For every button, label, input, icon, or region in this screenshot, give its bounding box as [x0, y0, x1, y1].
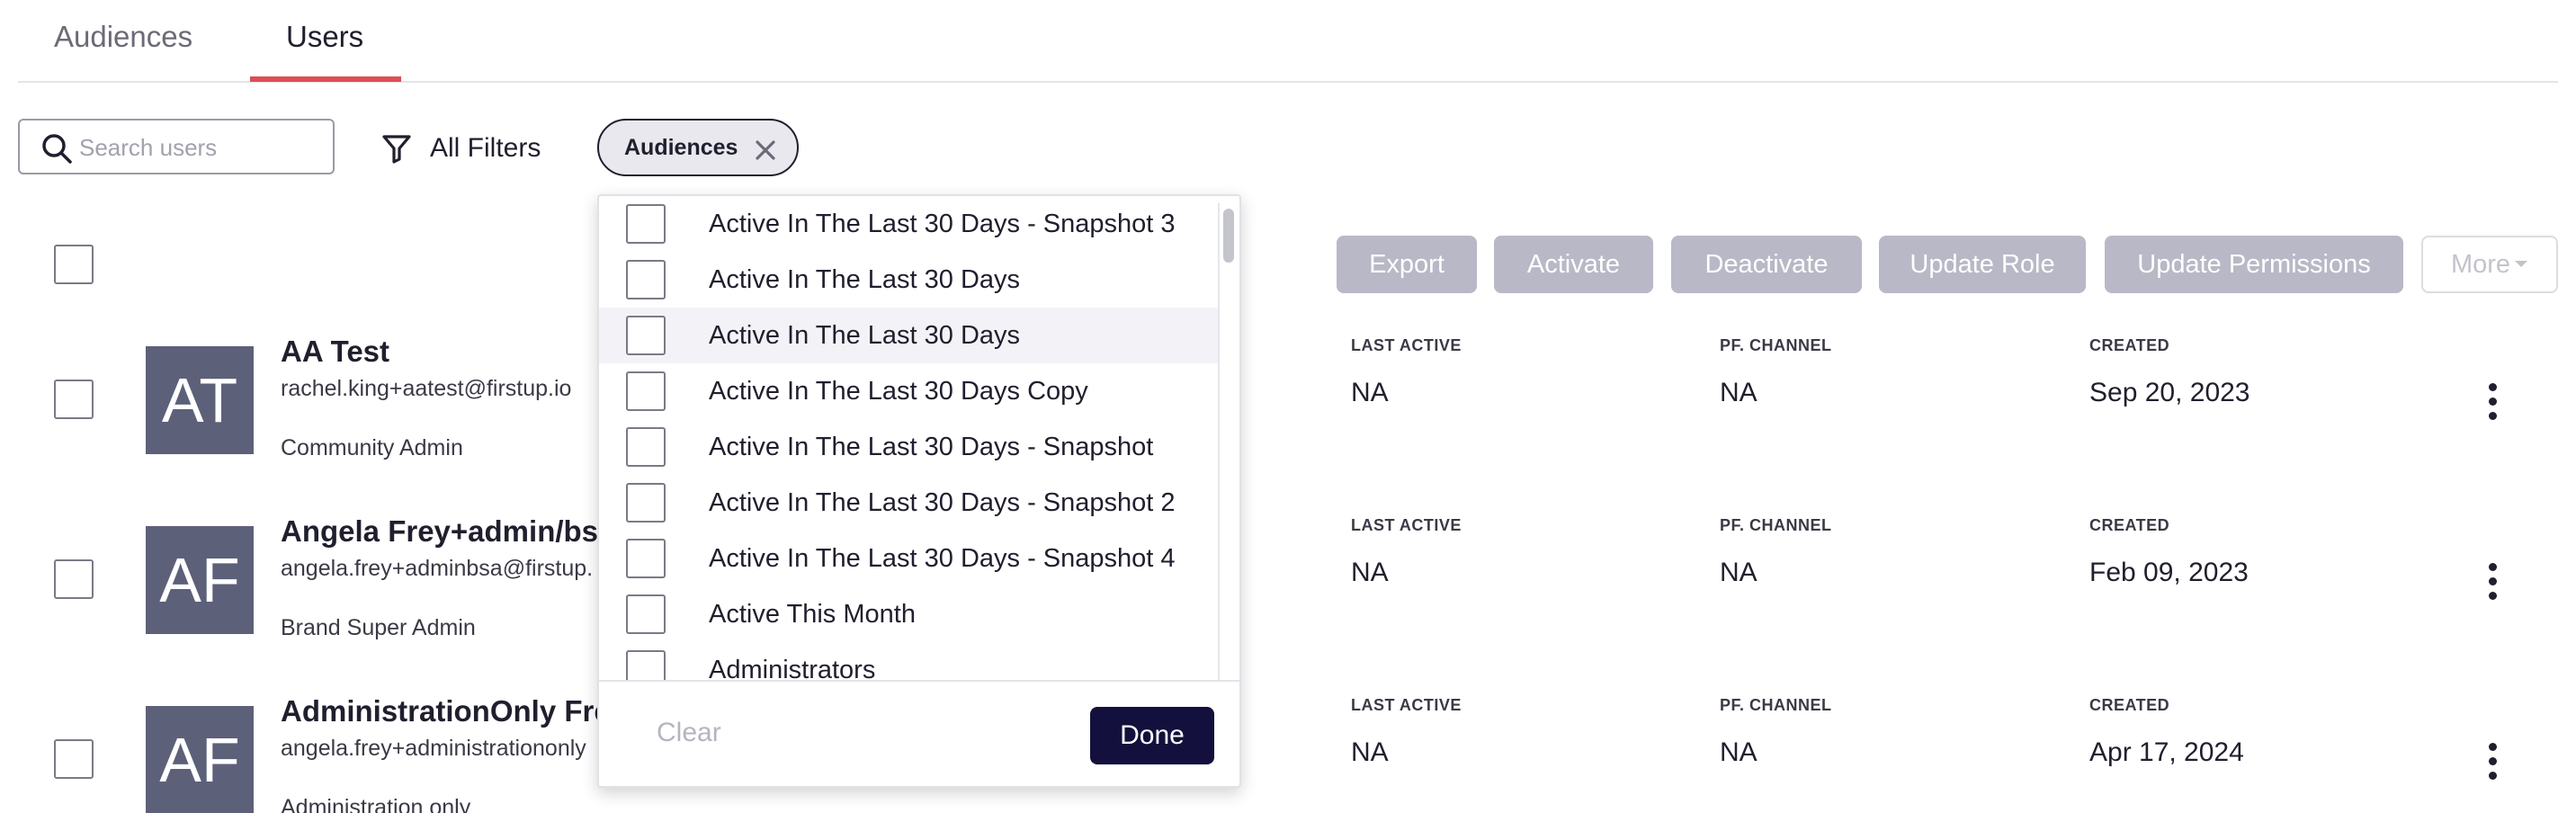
audience-checkbox[interactable]: [626, 650, 666, 680]
deactivate-button[interactable]: Deactivate: [1671, 236, 1862, 293]
audience-checkbox[interactable]: [626, 483, 666, 523]
audience-list[interactable]: Active In The Last 30 Days - Snapshot 3 …: [599, 196, 1220, 680]
audience-option-label: Active In The Last 30 Days - Snapshot: [709, 432, 1154, 461]
user-role: Administration only: [281, 795, 471, 813]
row-menu-icon[interactable]: [2483, 383, 2501, 426]
audience-option[interactable]: Active In The Last 30 Days - Snapshot 2: [599, 475, 1220, 531]
tab-bar: Audiences Users: [18, 0, 2558, 83]
audience-checkbox[interactable]: [626, 316, 666, 355]
update-role-button[interactable]: Update Role: [1879, 236, 2086, 293]
audience-option-label: Active In The Last 30 Days Copy: [709, 376, 1088, 406]
all-filters-button[interactable]: All Filters: [381, 126, 541, 171]
audience-option-label: Active In The Last 30 Days - Snapshot 2: [709, 487, 1176, 517]
audience-checkbox[interactable]: [626, 427, 666, 467]
last-active-header: LAST ACTIVE: [1351, 336, 1462, 354]
row-checkbox[interactable]: [54, 559, 94, 599]
audience-option-label: Active In The Last 30 Days: [709, 264, 1021, 294]
search-field[interactable]: [18, 119, 335, 174]
audiences-filter-chip[interactable]: Audiences: [597, 119, 799, 176]
clear-button[interactable]: Clear: [657, 718, 721, 748]
dropdown-footer: Clear Done: [599, 680, 1239, 786]
row-menu-icon[interactable]: [2483, 563, 2501, 606]
filter-icon: [382, 135, 411, 164]
channel-value: NA: [1720, 378, 1758, 407]
audience-option-label: Active In The Last 30 Days - Snapshot 3: [709, 209, 1176, 238]
audience-checkbox[interactable]: [626, 204, 666, 244]
user-email: angela.frey+administrationonly: [281, 736, 586, 761]
user-name[interactable]: AA Test: [281, 335, 389, 369]
audience-option[interactable]: Active In The Last 30 Days: [599, 252, 1220, 308]
last-active-header: LAST ACTIVE: [1351, 516, 1462, 534]
created-value: Feb 09, 2023: [2089, 558, 2249, 587]
audience-checkbox[interactable]: [626, 260, 666, 299]
last-active-header: LAST ACTIVE: [1351, 696, 1462, 714]
row-menu-icon[interactable]: [2483, 743, 2501, 786]
activate-button[interactable]: Activate: [1494, 236, 1653, 293]
user-row: AF AdministrationOnly Fre angela.frey+ad…: [0, 683, 2576, 813]
audience-option[interactable]: Administrators: [599, 642, 1220, 680]
more-button[interactable]: More: [2421, 236, 2558, 293]
created-value: Sep 20, 2023: [2089, 378, 2250, 407]
avatar: AF: [146, 526, 254, 634]
scrollbar-thumb[interactable]: [1223, 209, 1234, 263]
created-header: CREATED: [2089, 336, 2170, 354]
audience-option[interactable]: Active In The Last 30 Days Copy: [599, 363, 1220, 419]
audience-option[interactable]: Active This Month: [599, 586, 1220, 642]
user-row: AF Angela Frey+admin/bs angela.frey+admi…: [0, 504, 2576, 666]
more-label: More: [2450, 249, 2511, 279]
user-role: Community Admin: [281, 435, 463, 460]
channel-header: PF. CHANNEL: [1720, 336, 1832, 354]
tab-audiences[interactable]: Audiences: [54, 20, 192, 54]
avatar: AF: [146, 706, 254, 813]
user-email: rachel.king+aatest@firstup.io: [281, 376, 572, 401]
audience-option-label: Active In The Last 30 Days - Snapshot 4: [709, 543, 1176, 573]
scrollbar-track[interactable]: [1218, 203, 1230, 680]
all-filters-label: All Filters: [430, 133, 541, 163]
audience-option[interactable]: Active In The Last 30 Days - Snapshot 4: [599, 531, 1220, 586]
channel-value: NA: [1720, 737, 1758, 767]
active-tab-indicator: [250, 76, 401, 82]
channel-value: NA: [1720, 558, 1758, 587]
select-all-checkbox[interactable]: [54, 245, 94, 284]
search-icon: [42, 134, 72, 164]
audience-option[interactable]: Active In The Last 30 Days - Snapshot 3: [599, 196, 1220, 252]
tab-users[interactable]: Users: [286, 20, 363, 54]
export-button[interactable]: Export: [1337, 236, 1477, 293]
user-row: AT AA Test rachel.king+aatest@firstup.io…: [0, 324, 2576, 486]
chip-label: Audiences: [624, 135, 738, 160]
caret-down-icon: [2515, 261, 2528, 267]
audience-checkbox[interactable]: [626, 539, 666, 578]
avatar: AT: [146, 346, 254, 454]
last-active-value: NA: [1351, 378, 1389, 407]
done-button[interactable]: Done: [1090, 707, 1214, 764]
audience-option[interactable]: Active In The Last 30 Days - Snapshot: [599, 419, 1220, 475]
audience-checkbox[interactable]: [626, 594, 666, 634]
user-email: angela.frey+adminbsa@firstup.: [281, 556, 594, 581]
created-header: CREATED: [2089, 696, 2170, 714]
last-active-value: NA: [1351, 558, 1389, 587]
user-name[interactable]: Angela Frey+admin/bs: [281, 514, 598, 549]
audience-checkbox[interactable]: [626, 371, 666, 411]
audience-option-label: Active This Month: [709, 599, 916, 629]
search-input[interactable]: [77, 130, 324, 165]
user-name[interactable]: AdministrationOnly Fre: [281, 694, 611, 728]
update-permissions-button[interactable]: Update Permissions: [2105, 236, 2403, 293]
channel-header: PF. CHANNEL: [1720, 516, 1832, 534]
last-active-value: NA: [1351, 737, 1389, 767]
created-value: Apr 17, 2024: [2089, 737, 2244, 767]
user-role: Brand Super Admin: [281, 615, 476, 640]
created-header: CREATED: [2089, 516, 2170, 534]
audience-option-label: Active In The Last 30 Days: [709, 320, 1021, 350]
audiences-dropdown: Active In The Last 30 Days - Snapshot 3 …: [597, 194, 1241, 788]
row-checkbox[interactable]: [54, 739, 94, 779]
close-icon[interactable]: [754, 138, 777, 162]
channel-header: PF. CHANNEL: [1720, 696, 1832, 714]
audience-option-label: Administrators: [709, 655, 876, 681]
audience-option[interactable]: Active In The Last 30 Days: [599, 308, 1220, 363]
row-checkbox[interactable]: [54, 380, 94, 419]
